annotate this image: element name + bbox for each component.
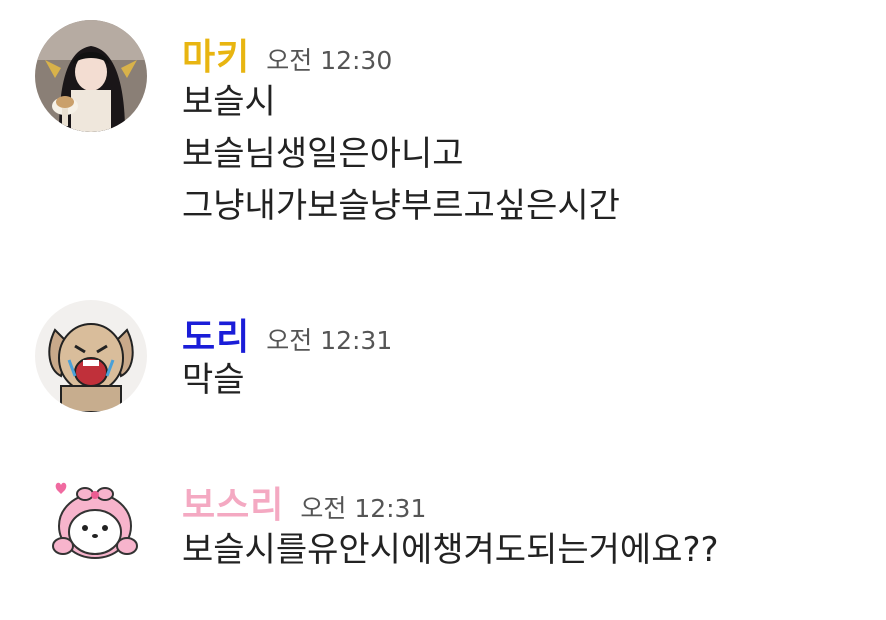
sender-name[interactable]: 마키 <box>182 28 250 80</box>
message-header: 보스리 오전 12:31 <box>182 476 426 528</box>
message-body: 보슬시 보슬님생일은아니고 그냥내가보슬냥부르고싶은시간 <box>182 76 620 232</box>
message-header: 도리 오전 12:31 <box>182 308 392 360</box>
message-line[interactable]: 막슬 <box>182 354 245 406</box>
message-body: 막슬 <box>182 354 245 406</box>
avatar[interactable] <box>35 20 147 132</box>
message-line[interactable]: 보슬시 <box>182 76 620 128</box>
sender-name[interactable]: 도리 <box>182 308 250 360</box>
message-time: 오전 12:30 <box>266 46 393 75</box>
message-header: 마키 오전 12:30 <box>182 28 392 80</box>
message-line[interactable]: 보슬님생일은아니고 <box>182 128 620 180</box>
message-time: 오전 12:31 <box>300 494 427 523</box>
message-line[interactable]: 보슬시를유안시에챙겨도되는거에요?? <box>182 524 719 576</box>
girl-avatar-icon <box>35 20 147 132</box>
sender-name[interactable]: 보스리 <box>182 476 284 528</box>
message-body: 보슬시를유안시에챙겨도되는거에요?? <box>182 524 719 576</box>
message-time: 오전 12:31 <box>266 326 393 355</box>
message-line[interactable]: 그냥내가보슬냥부르고싶은시간 <box>182 180 620 232</box>
cartoon-dog-avatar-icon <box>35 300 147 412</box>
pink-hood-puppy-avatar-icon <box>35 470 147 582</box>
avatar[interactable] <box>35 300 147 412</box>
avatar[interactable] <box>35 470 147 582</box>
